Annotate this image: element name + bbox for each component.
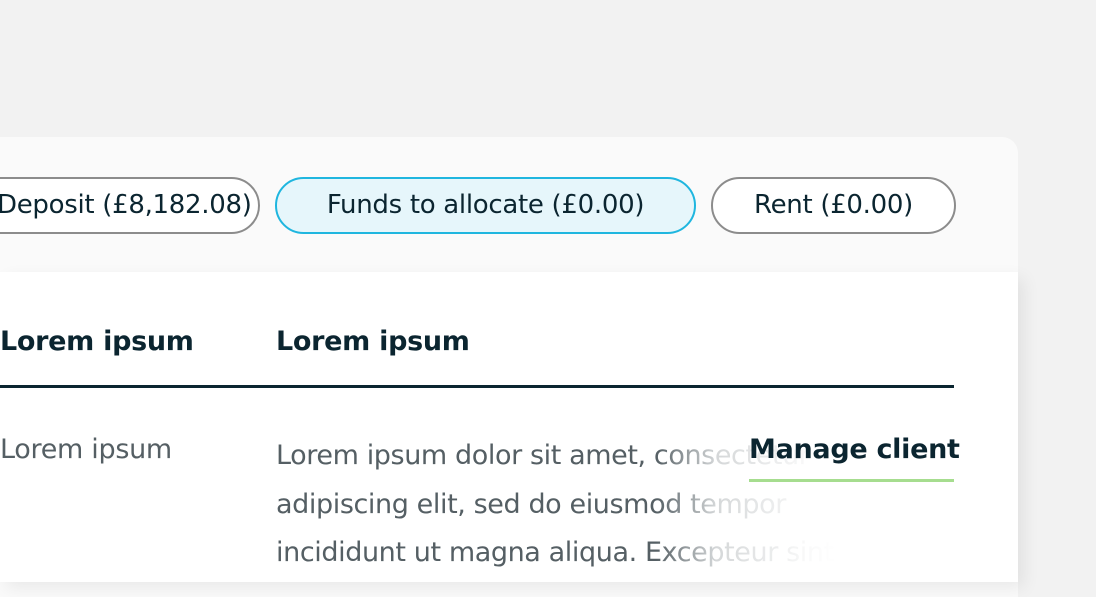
filter-pill-funds-label: Funds to allocate (£0.00) <box>326 190 645 220</box>
table-header-col2: Lorem ipsum <box>276 326 470 357</box>
filter-pill-rent-label: Rent (£0.00) <box>754 190 913 220</box>
filter-pill-funds-to-allocate[interactable]: Funds to allocate (£0.00) <box>275 177 696 234</box>
description-line: adipiscing elit, sed do eiusmod tempor <box>276 488 786 520</box>
description-line: incididunt ut magna aliqua. Excepteur si… <box>276 537 834 568</box>
filter-pill-deposit-label: Deposit (£8,182.08) <box>0 190 252 220</box>
table-cell-col1: Lorem ipsum <box>0 434 172 465</box>
filter-pill-deposit[interactable]: Deposit (£8,182.08) <box>0 177 260 234</box>
manage-client-link[interactable]: Manage client <box>749 434 960 482</box>
filter-pill-rent[interactable]: Rent (£0.00) <box>711 177 956 234</box>
table-header-col1: Lorem ipsum <box>0 326 194 357</box>
table-header-divider <box>0 385 954 388</box>
